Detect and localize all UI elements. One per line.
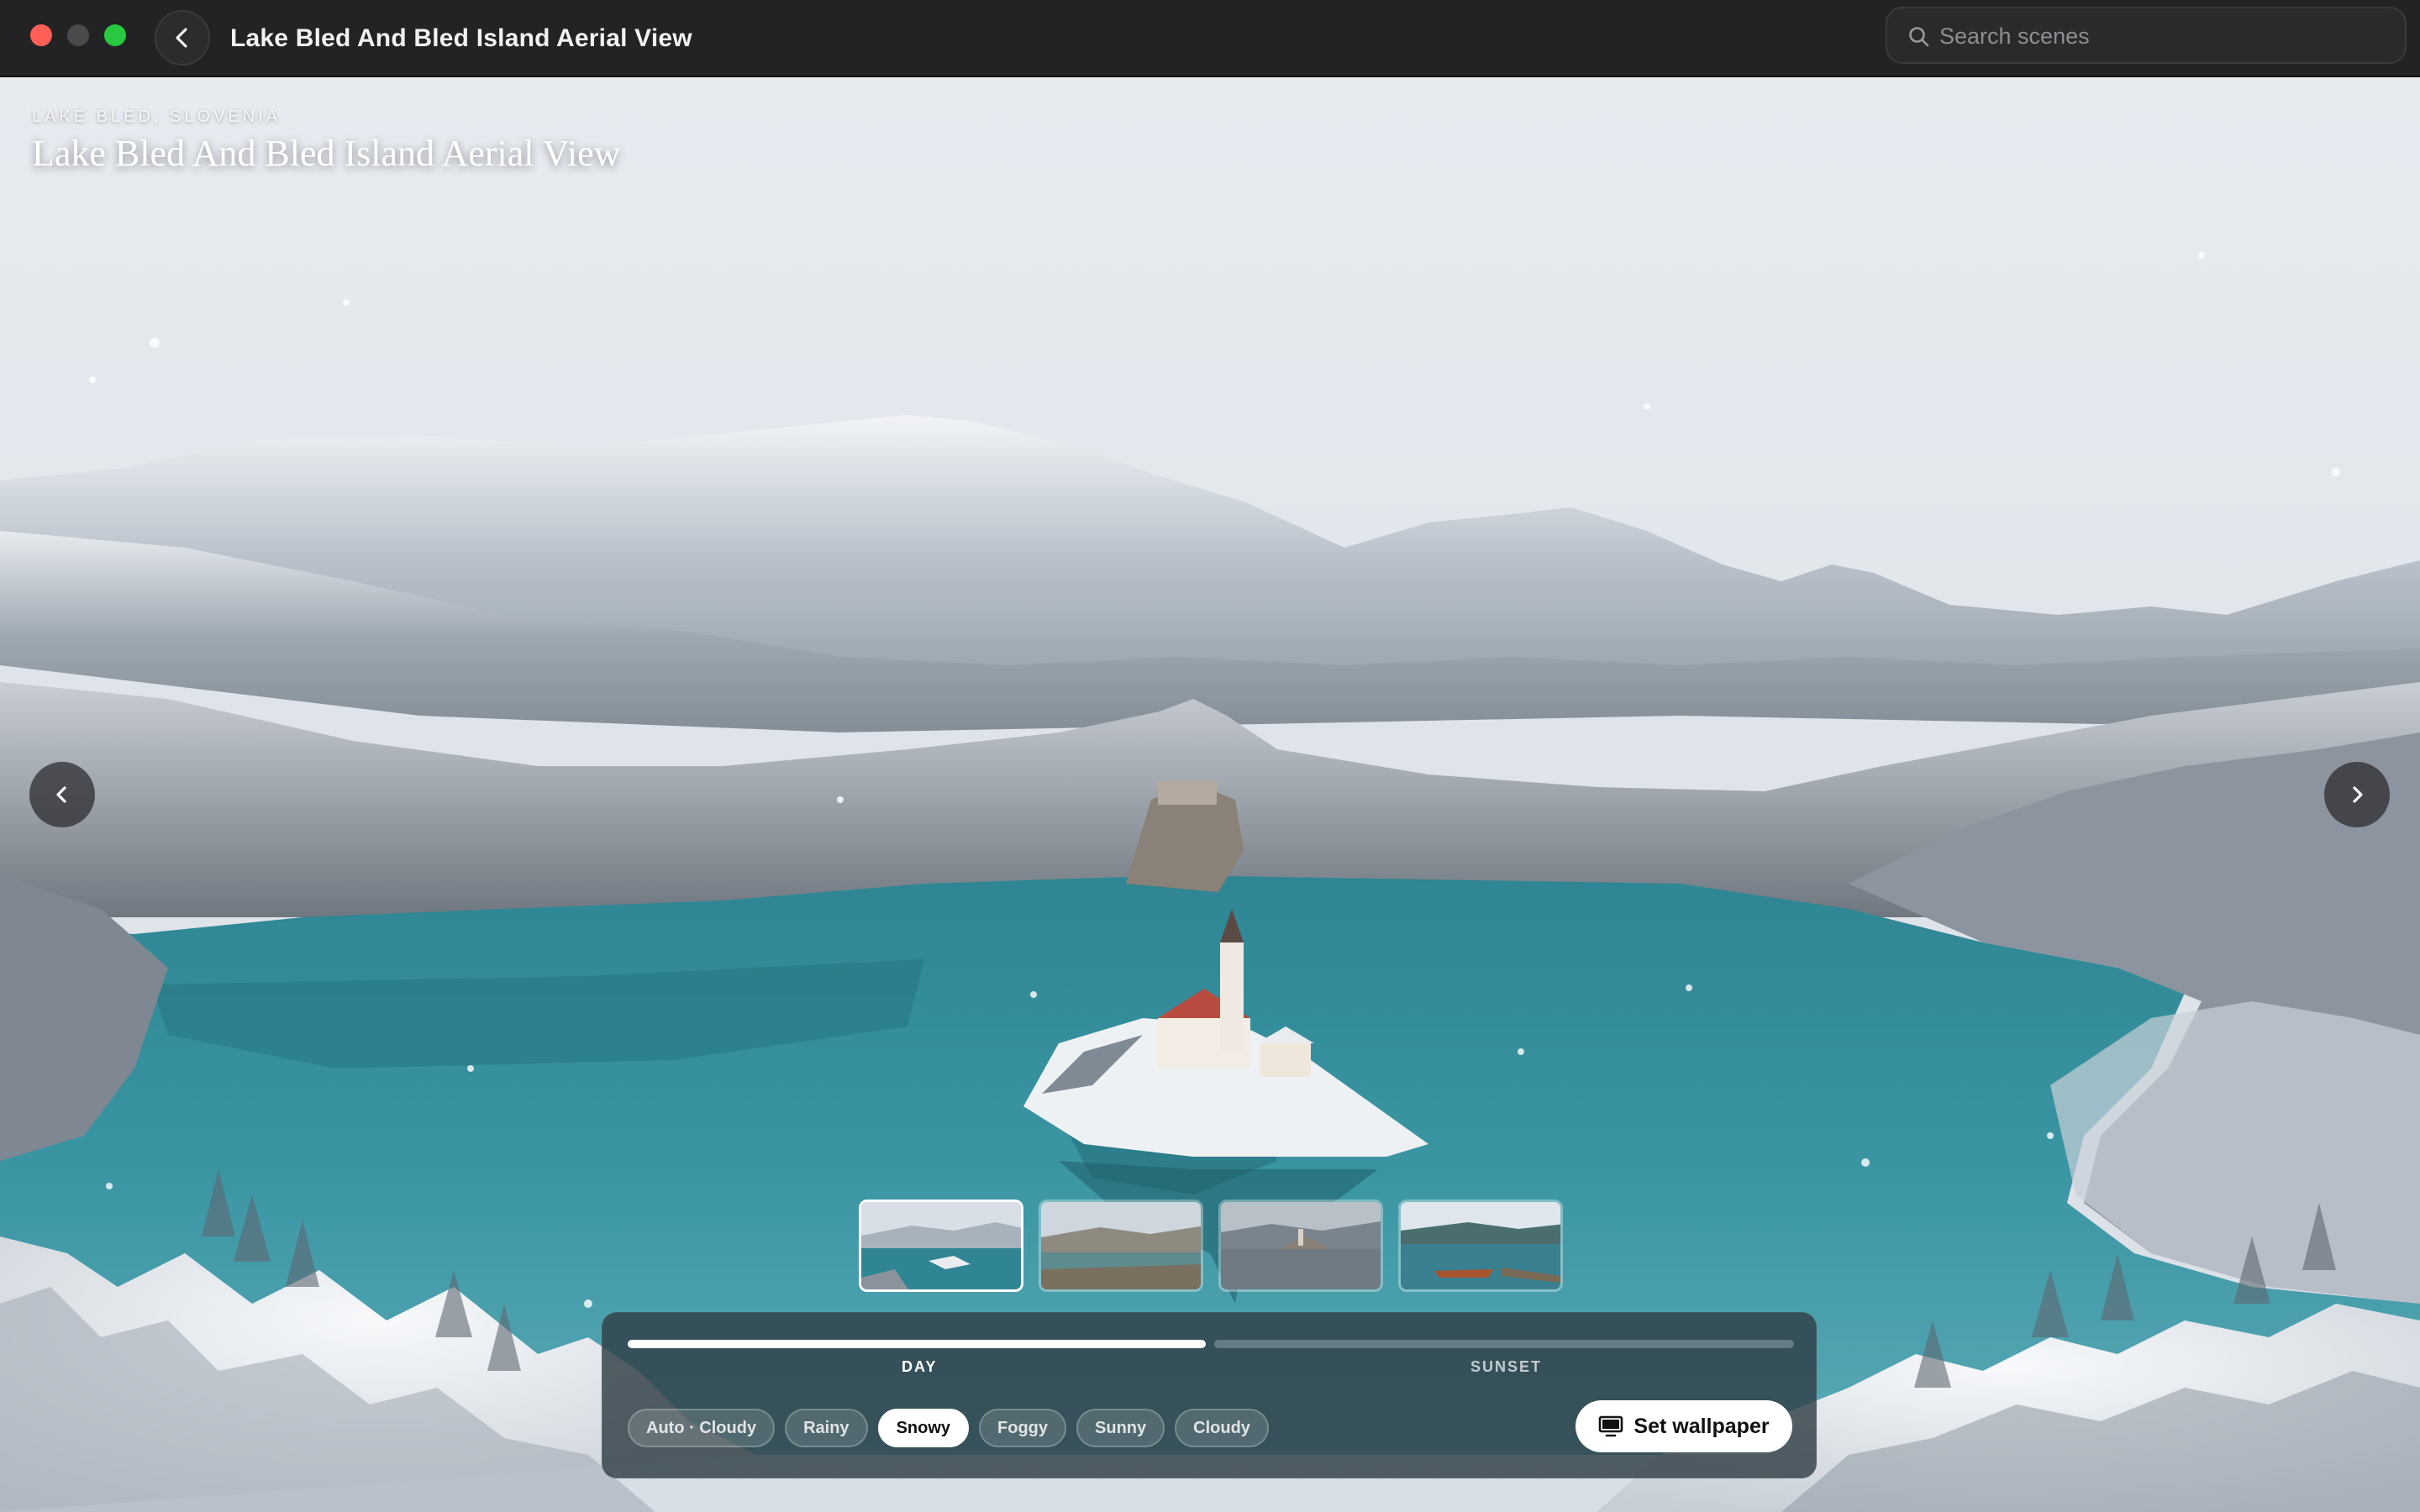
- weather-chip-foggy[interactable]: Foggy: [979, 1409, 1067, 1447]
- scene-title: Lake Bled And Bled Island Aerial View: [32, 133, 621, 174]
- thumbnail-image: [1221, 1202, 1381, 1289]
- window-title: Lake Bled And Bled Island Aerial View: [230, 24, 692, 52]
- weather-chip-sunny[interactable]: Sunny: [1076, 1409, 1165, 1447]
- scene-caption: LAKE BLED, SLOVENIA Lake Bled And Bled I…: [32, 108, 620, 175]
- weather-chip-auto[interactable]: Auto · Cloudy: [628, 1409, 776, 1447]
- set-wallpaper-button[interactable]: Set wallpaper: [1576, 1400, 1792, 1452]
- thumbnail-image: [861, 1202, 1021, 1289]
- back-button[interactable]: [155, 10, 210, 66]
- scene-location: LAKE BLED, SLOVENIA: [32, 108, 281, 126]
- thumbnail-image: [1401, 1202, 1560, 1289]
- close-window-button[interactable]: [30, 24, 52, 46]
- timeline-day-segment[interactable]: [628, 1340, 1206, 1348]
- timeline-sunset-segment[interactable]: [1214, 1340, 1794, 1348]
- chevron-right-icon: [2353, 786, 2363, 803]
- monitor-icon: [1599, 1415, 1623, 1437]
- search-icon: [1909, 27, 1929, 47]
- minimize-window-button[interactable]: [67, 24, 89, 46]
- scene-thumbnail[interactable]: [1398, 1200, 1563, 1292]
- weather-options: Auto · Cloudy Rainy Snowy Foggy Sunny Cl…: [628, 1409, 1269, 1447]
- scene-view: LAKE BLED, SLOVENIA Lake Bled And Bled I…: [0, 77, 2420, 1512]
- chevron-left-icon: [176, 28, 187, 48]
- previous-scene-button[interactable]: [29, 762, 95, 827]
- scene-thumbnail[interactable]: [1039, 1200, 1203, 1292]
- timeline-label-day: DAY: [902, 1358, 938, 1375]
- weather-chip-cloudy[interactable]: Cloudy: [1175, 1409, 1269, 1447]
- scene-thumbnails: [859, 1200, 1563, 1292]
- weather-time-panel: DAY SUNSET Auto · Cloudy Rainy Snowy Fog…: [602, 1312, 1817, 1478]
- scene-image: [0, 77, 2420, 1512]
- weather-chip-snowy[interactable]: Snowy: [877, 1409, 970, 1447]
- scene-thumbnail[interactable]: [1218, 1200, 1383, 1292]
- next-scene-button[interactable]: [2324, 762, 2390, 827]
- weather-chip-rainy[interactable]: Rainy: [785, 1409, 868, 1447]
- timeline-label-sunset: SUNSET: [1470, 1358, 1543, 1375]
- maximize-window-button[interactable]: [104, 24, 126, 46]
- scene-thumbnail[interactable]: [859, 1200, 1023, 1292]
- title-bar: Lake Bled And Bled Island Aerial View: [0, 0, 2420, 77]
- search-box[interactable]: [1886, 7, 2407, 64]
- search-input[interactable]: [1939, 13, 2393, 59]
- thumbnail-image: [1041, 1202, 1201, 1289]
- set-wallpaper-label: Set wallpaper: [1634, 1414, 1770, 1438]
- chevron-left-icon: [56, 786, 66, 803]
